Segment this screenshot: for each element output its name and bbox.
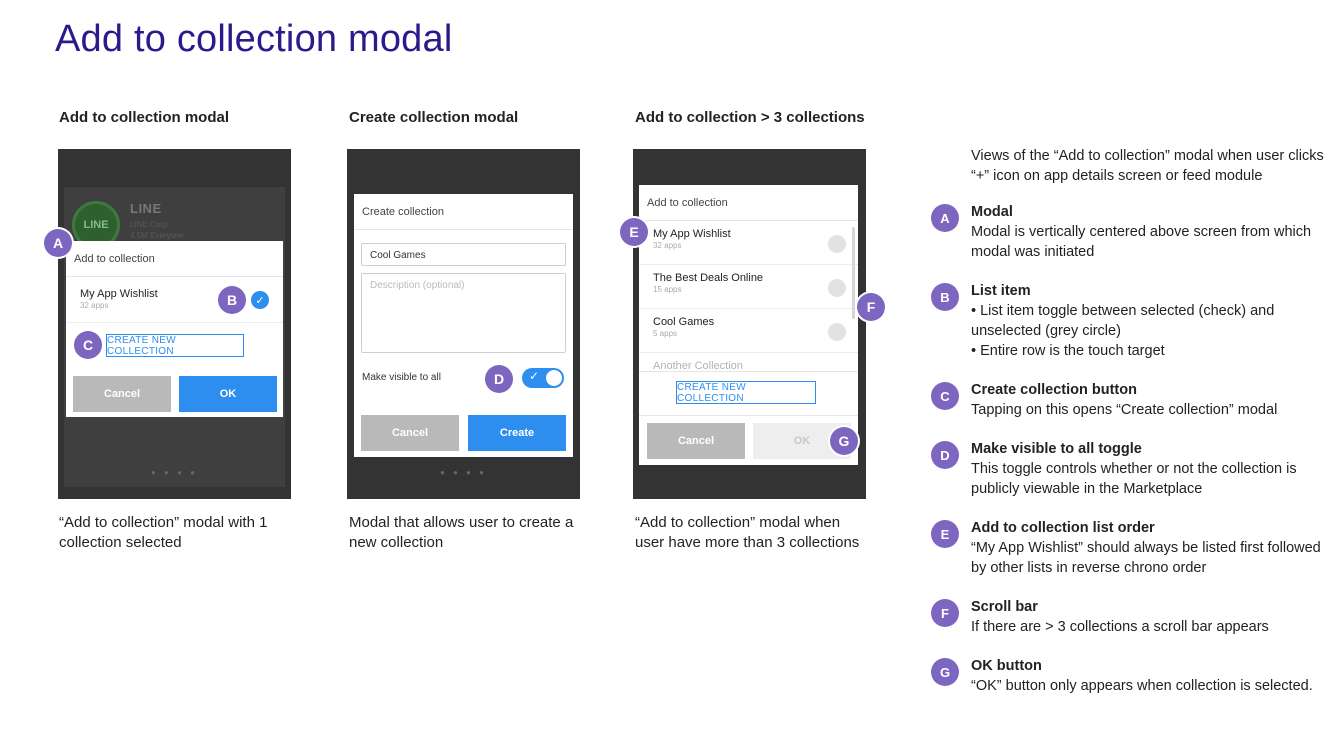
note-a: A Modal Modal is vertically centered abo… [931,202,1336,262]
phone-screen-create-collection: ● ● ● ● Create collection Cool Games Des… [347,149,580,499]
note-f: F Scroll bar If there are > 3 collection… [931,597,1336,637]
collection-count: 5 apps [653,329,678,338]
collection-name: Cool Games [653,316,715,328]
note-badge: D [931,441,959,469]
caption-line: user have more than 3 collections [635,534,860,551]
collection-count: 32 apps [653,241,682,250]
marker-c: C [74,331,102,359]
note-title: Create collection button [971,382,1137,398]
note-badge: F [931,599,959,627]
caption-line: new collection [349,534,444,551]
cancel-button[interactable]: Cancel [73,376,171,412]
pager-dots: ● ● ● ● [440,468,487,477]
collection-name-input[interactable]: Cool Games [361,243,566,266]
unselected-circle-icon[interactable] [828,323,846,341]
create-new-collection-button[interactable]: CREATE NEW COLLECTION [106,334,244,357]
caption-line: Modal that allows user to create a [349,514,574,531]
note-body: If there are > 3 collections a scroll ba… [971,619,1269,635]
collection-name: The Best Deals Online [653,272,764,284]
background-app-developer: LINE Corp. [130,220,170,229]
note-g: G OK button “OK” button only appears whe… [931,656,1336,696]
collection-list-item[interactable]: My App Wishlist 32 apps ✓ [66,277,283,323]
note-body: Modal is vertically centered above scree… [971,224,1312,260]
note-c: C Create collection button Tapping on th… [931,380,1336,420]
caption-line: collection selected [59,534,182,551]
background-app-meta: LINE Corp. 4.5M Everyone [130,219,184,241]
note-body: • Entire row is the touch target [971,343,1165,359]
note-badge: B [931,283,959,311]
column-heading-1: Add to collection modal [59,109,230,126]
note-title: Make visible to all toggle [971,441,1142,457]
background-app-name: LINE [130,201,162,216]
note-body: “My App Wishlist” should always be liste… [971,540,1321,576]
collection-list-item[interactable]: Another Collection [639,353,858,371]
note-body: • List item toggle between selected (che… [971,303,1275,339]
note-body: Tapping on this opens “Create collection… [971,402,1278,418]
caption-line: “Add to collection” modal when [635,514,841,531]
collection-name: Another Collection [653,360,743,371]
column-heading-3: Add to collection > 3 collections [635,109,865,126]
collection-name: My App Wishlist [653,228,731,240]
collection-count: 15 apps [653,285,682,294]
marker-g: G [830,427,858,455]
cancel-button[interactable]: Cancel [361,415,459,451]
marker-e: E [620,218,648,246]
note-body: This toggle controls whether or not the … [971,461,1297,497]
check-icon: ✓ [529,369,540,383]
modal-title: Add to collection [66,241,283,277]
caption-1: “Add to collection” modal with 1 collect… [59,513,267,553]
marker-f: F [857,293,885,321]
marker-d: D [485,365,513,393]
description-textarea[interactable]: Description (optional) [361,273,566,353]
add-to-collection-modal: Add to collection My App Wishlist 32 app… [66,241,283,417]
add-to-collection-modal-scroll: Add to collection My App Wishlist 32 app… [639,185,858,465]
note-e: E Add to collection list order “My App W… [931,518,1336,578]
page-title: Add to collection modal [55,18,453,60]
collection-list-item[interactable]: My App Wishlist 32 apps [639,221,858,265]
note-title: Modal [971,204,1013,220]
pager-dots: ● ● ● ● [151,468,198,477]
toggle-knob [546,370,562,386]
note-b: B List item • List item toggle between s… [931,281,1336,361]
collection-list[interactable]: My App Wishlist 32 apps The Best Deals O… [639,221,858,371]
note-title: OK button [971,658,1042,674]
cancel-button[interactable]: Cancel [647,423,745,459]
caption-line: “Add to collection” modal with 1 [59,514,268,531]
marker-a: A [44,229,72,257]
note-badge: E [931,520,959,548]
note-badge: A [931,204,959,232]
scroll-bar[interactable] [852,227,855,319]
note-d: D Make visible to all toggle This toggle… [931,439,1336,499]
create-button[interactable]: Create [468,415,566,451]
note-body: “OK” button only appears when collection… [971,678,1313,694]
modal-title: Create collection [354,194,573,230]
phone-screen-add-to-collection: LINE LINE LINE Corp. 4.5M Everyone ● ● ●… [58,149,291,499]
note-badge: G [931,658,959,686]
note-badge: C [931,382,959,410]
note-title: List item [971,283,1031,299]
ok-button[interactable]: OK [179,376,277,412]
collection-list-item[interactable]: The Best Deals Online 15 apps [639,265,858,309]
unselected-circle-icon[interactable] [828,235,846,253]
caption-2: Modal that allows user to create a new c… [349,513,573,553]
modal-title: Add to collection [639,185,858,221]
unselected-circle-icon[interactable] [828,279,846,297]
divider [639,371,858,372]
visible-to-all-toggle[interactable]: ✓ [522,368,564,388]
visible-to-all-label: Make visible to all [362,372,441,383]
caption-3: “Add to collection” modal when user have… [635,513,859,553]
collection-list-item[interactable]: Cool Games 5 apps [639,309,858,353]
check-icon[interactable]: ✓ [251,291,269,309]
create-collection-modal: Create collection Cool Games Description… [354,194,573,457]
marker-b: B [218,286,246,314]
note-title: Scroll bar [971,599,1038,615]
note-title: Add to collection list order [971,520,1155,536]
create-new-collection-button[interactable]: CREATE NEW COLLECTION [676,381,816,404]
background-app-rating: 4.5M Everyone [130,231,184,240]
column-heading-2: Create collection modal [349,109,519,126]
divider [639,415,858,416]
notes-intro: Views of the “Add to collection” modal w… [971,148,1324,184]
